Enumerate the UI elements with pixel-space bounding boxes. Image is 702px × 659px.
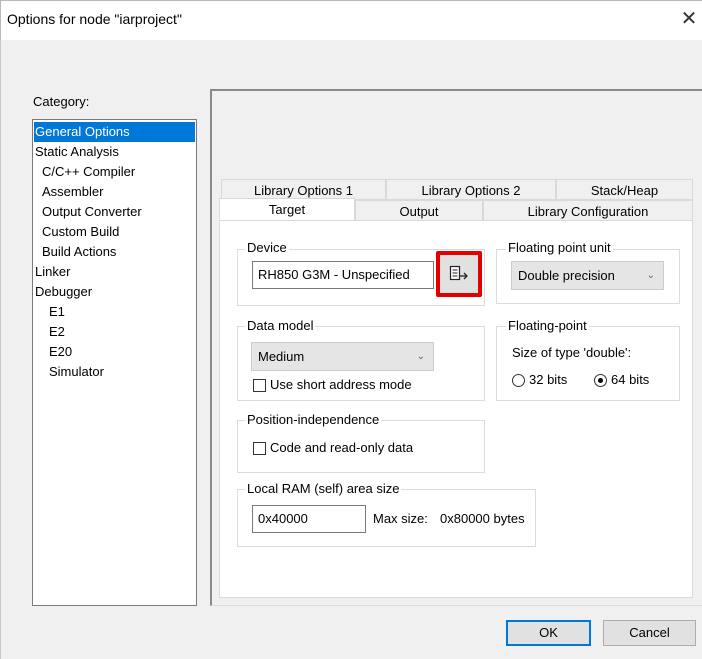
chevron-down-icon: ⌄ [646, 270, 655, 281]
data-model-group-title: Data model [245, 318, 316, 333]
category-item-e1[interactable]: E1 [49, 302, 65, 322]
window-title: Options for node "iarproject" [7, 11, 182, 27]
fpu-group-title: Floating point unit [506, 240, 613, 255]
short-address-label: Use short address mode [270, 377, 412, 392]
highlight-annotation [436, 251, 482, 297]
code-readonly-label: Code and read-only data [270, 440, 414, 455]
tab-stack-heap[interactable]: Stack/Heap [556, 179, 693, 200]
category-item-custom-build[interactable]: Custom Build [42, 222, 119, 242]
category-item-build-actions[interactable]: Build Actions [42, 242, 116, 262]
data-model-select-value: Medium [258, 349, 305, 364]
category-item-general-options[interactable]: General Options [34, 122, 195, 142]
category-item-simulator[interactable]: Simulator [49, 362, 104, 382]
radio-32-bits[interactable] [512, 374, 525, 387]
floating-point-group [496, 326, 680, 401]
fpu-select[interactable]: Double precision ⌄ [511, 261, 664, 290]
floating-point-group-title: Floating-point [506, 318, 589, 333]
radio-64-bits-label: 64 bits [611, 372, 650, 387]
device-group-title: Device [245, 240, 289, 255]
category-item-static-analysis[interactable]: Static Analysis [35, 142, 119, 162]
tab-library-options-2[interactable]: Library Options 2 [386, 179, 556, 200]
category-item-output-converter[interactable]: Output Converter [42, 202, 142, 222]
category-list[interactable]: General Options Static Analysis C/C++ Co… [32, 119, 197, 606]
category-label: Category: [33, 94, 90, 109]
category-item-linker[interactable]: Linker [35, 262, 70, 282]
radio-32-bits-label: 32 bits [529, 372, 568, 387]
category-item-e20[interactable]: E20 [49, 342, 72, 362]
code-readonly-checkbox[interactable] [253, 442, 266, 455]
data-model-select[interactable]: Medium ⌄ [251, 342, 434, 371]
category-item-assembler[interactable]: Assembler [42, 182, 103, 202]
max-size-value: 0x80000 bytes [440, 511, 525, 526]
max-size-label: Max size: [373, 511, 428, 526]
radio-64-bits[interactable] [594, 374, 607, 387]
local-ram-size-field[interactable]: 0x40000 [252, 505, 366, 533]
tab-library-configuration[interactable]: Library Configuration [483, 200, 693, 221]
short-address-checkbox[interactable] [253, 379, 266, 392]
position-independence-group-title: Position-independence [245, 412, 382, 427]
tab-output[interactable]: Output [355, 200, 483, 221]
category-item-e2[interactable]: E2 [49, 322, 65, 342]
device-field[interactable]: RH850 G3M - Unspecified [252, 261, 434, 289]
ok-button[interactable]: OK [506, 620, 591, 646]
close-icon[interactable]: ✕ [679, 8, 699, 30]
tab-target[interactable]: Target [219, 198, 355, 220]
category-item-debugger[interactable]: Debugger [35, 282, 92, 302]
local-ram-group-title: Local RAM (self) area size [245, 481, 402, 496]
chevron-down-icon: ⌄ [416, 351, 425, 362]
tab-library-options-1[interactable]: Library Options 1 [221, 179, 386, 200]
cancel-button[interactable]: Cancel [603, 620, 696, 646]
window-border [0, 40, 1, 659]
double-size-label: Size of type 'double': [512, 345, 632, 360]
category-item-c-compiler[interactable]: C/C++ Compiler [42, 162, 135, 182]
fpu-select-value: Double precision [518, 268, 615, 283]
